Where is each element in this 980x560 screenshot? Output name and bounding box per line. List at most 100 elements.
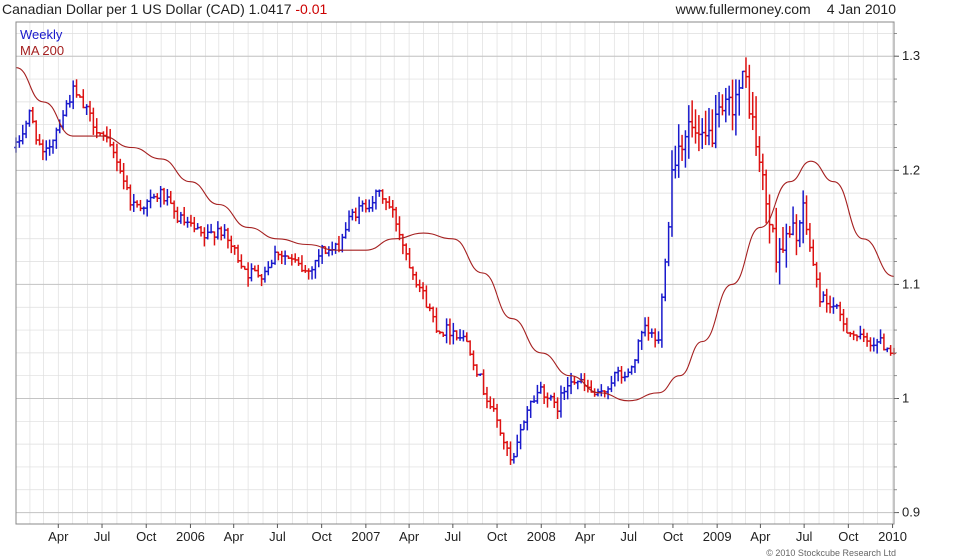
ohlc-bar: [246, 262, 250, 287]
ohlc-bar: [226, 227, 230, 249]
ohlc-bar: [693, 109, 698, 144]
ohlc-bar: [394, 206, 398, 232]
ohlc-bar: [868, 337, 873, 352]
ohlc-bar: [290, 254, 294, 266]
ohlc-bar: [417, 279, 422, 293]
x-tick-label: 2008: [527, 529, 556, 544]
ohlc-bar: [814, 262, 819, 288]
ohlc-bar: [434, 307, 439, 333]
ohlc-bar: [549, 394, 553, 401]
ohlc-bar: [690, 100, 694, 138]
ohlc-bar: [865, 332, 869, 347]
ohlc-bar: [485, 386, 489, 409]
ohlc-bar: [411, 266, 415, 280]
ohlc-bar: [838, 301, 842, 322]
ohlc-bar: [269, 259, 274, 269]
x-tick-label: 2006: [176, 529, 205, 544]
ohlc-bar: [636, 339, 641, 364]
ohlc-bar: [17, 135, 22, 148]
ohlc-bar: [401, 233, 405, 255]
plot-frame: [15, 21, 895, 525]
ohlc-bar: [236, 244, 240, 263]
ohlc-bar: [730, 79, 735, 131]
ohlc-bar: [68, 94, 72, 108]
ohlc-bar: [764, 169, 768, 224]
ohlc-bar: [444, 318, 449, 344]
ohlc-bar: [451, 322, 456, 345]
ohlc-bar: [821, 291, 826, 303]
x-tick-label: Oct: [312, 529, 333, 544]
ohlc-bar: [74, 79, 79, 98]
ohlc-bar: [680, 134, 684, 161]
ohlc-bar: [192, 216, 197, 233]
ohlc-bar: [646, 316, 651, 341]
grid: [16, 22, 894, 524]
ohlc-bar: [878, 329, 883, 345]
ohlc-bar: [855, 334, 859, 342]
ohlc-bar: [851, 330, 856, 341]
y-tick-label: 1: [902, 391, 909, 406]
ohlc-bar: [165, 189, 170, 206]
ohlc-bar: [727, 85, 731, 116]
ohlc-bar: [522, 420, 526, 431]
ohlc-bar: [310, 266, 314, 280]
ohlc-bar: [111, 141, 116, 159]
ohlc-bar: [471, 350, 476, 371]
ohlc-bar: [660, 293, 664, 348]
x-tick-label: Jul: [620, 529, 637, 544]
ohlc-bar: [458, 329, 462, 341]
ohlc-bar: [380, 189, 385, 204]
x-tick-label: Jul: [94, 529, 111, 544]
ohlc-bar: [431, 306, 435, 323]
ohlc-bar: [115, 143, 119, 172]
ohlc-bar: [697, 115, 701, 152]
ohlc-bar: [572, 376, 577, 385]
y-tick-label: 1.1: [902, 276, 920, 291]
ohlc-bar: [175, 206, 180, 224]
ohlc-bar: [353, 207, 358, 222]
ohlc-bar: [515, 434, 520, 458]
ohlc-bar: [491, 398, 496, 412]
ohlc-bar: [397, 216, 402, 241]
ohlc-bar: [37, 134, 42, 146]
ohlc-bar: [609, 375, 614, 393]
x-tick-label: Apr: [750, 529, 771, 544]
ohlc-bar: [131, 193, 136, 212]
ohlc-bar: [673, 145, 678, 179]
ohlc-bar: [619, 366, 624, 384]
ohlc-bar: [253, 265, 257, 272]
ohlc-bar: [781, 226, 785, 253]
ohlc-bar: [41, 139, 45, 161]
ohlc-bar: [300, 255, 304, 273]
ohlc-bar: [256, 264, 261, 278]
x-tick-label: Apr: [224, 529, 245, 544]
x-axis: Apr Jul Oct 2006 Apr Jul Oct 2007 Apr Jul Oct 2008 A…: [48, 524, 907, 544]
legend-weekly: Weekly: [20, 27, 63, 42]
ohlc-bar: [495, 403, 499, 428]
ohlc-bar: [875, 338, 879, 354]
x-tick-label: Oct: [487, 529, 508, 544]
ohlc-bar: [199, 225, 203, 237]
ohlc-bar: [804, 195, 809, 235]
ohlc-bar: [777, 237, 782, 285]
ohlc-bar: [34, 120, 38, 145]
ohlc-bar: [125, 175, 129, 191]
ohlc-bar: [229, 235, 234, 254]
ohlc-bar: [885, 347, 890, 353]
ohlc-bar: [303, 264, 308, 273]
ohlc-bar: [663, 258, 668, 302]
ohlc-bar: [794, 214, 799, 256]
ohlc-bar: [279, 250, 284, 265]
ohlc-bar: [740, 70, 745, 90]
ohlc-bar: [152, 193, 156, 199]
ohlc-bar: [882, 333, 886, 351]
ohlc-bar: [158, 186, 163, 208]
ohlc-bar: [475, 364, 479, 377]
ohlc-bar: [20, 124, 25, 145]
ohlc-bar: [91, 107, 96, 135]
ohlc-bar: [286, 255, 291, 259]
ohlc-bar: [448, 318, 452, 345]
ohlc-bar: [370, 195, 375, 212]
ohlc-bar: [771, 223, 775, 233]
ohlc-bar: [623, 371, 627, 382]
